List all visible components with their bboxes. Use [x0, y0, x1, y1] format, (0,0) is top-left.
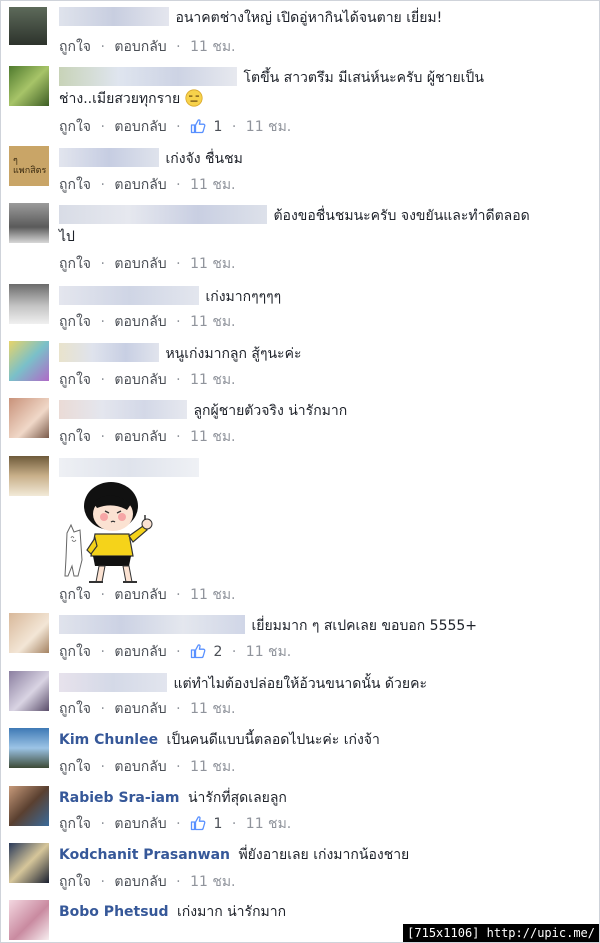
avatar[interactable]	[9, 456, 49, 496]
reply-link[interactable]: ตอบกลับ	[114, 429, 166, 445]
like-link[interactable]: ถูกใจ	[59, 314, 91, 330]
like-count[interactable]: 1	[214, 119, 223, 135]
like-link[interactable]: ถูกใจ	[59, 816, 91, 832]
timestamp[interactable]: 11 ชม.	[190, 39, 235, 55]
blurred-name[interactable]	[59, 673, 167, 692]
like-count[interactable]: 1	[214, 816, 223, 832]
comment-text: เก่งจัง ชื่นชม	[165, 151, 243, 167]
blurred-name[interactable]	[59, 343, 159, 362]
comment-text: พี่ยังอายเลย เก่งมากน้องชาย	[238, 847, 410, 863]
comment-text-line2: ไป	[59, 229, 75, 245]
blurred-name[interactable]	[59, 400, 187, 419]
comment-text-line2: ช่าง..เมียสวยทุกราย	[59, 91, 181, 107]
like-link[interactable]: ถูกใจ	[59, 429, 91, 445]
reply-link[interactable]: ตอบกลับ	[114, 587, 166, 603]
avatar[interactable]	[9, 203, 49, 243]
reply-link[interactable]: ตอบกลับ	[114, 314, 166, 330]
comment-text: เยี่ยมมาก ๆ สเปคเลย ขอบอก 5555+	[251, 618, 478, 634]
avatar[interactable]	[9, 728, 49, 768]
like-link[interactable]: ถูกใจ	[59, 874, 91, 890]
comment-text: โตขึ้น สาวตรึม มีเสน่ห์นะครับ ผู้ชายเป็น	[243, 70, 484, 86]
comment-list: อนาคตช่างใหญ่ เปิดอู่หากินได้จนตาย เยี่ย…	[0, 0, 600, 943]
blurred-name[interactable]	[59, 148, 159, 167]
comment-text: หนูเก่งมากลูก สู้ๆนะค่ะ	[165, 346, 302, 362]
reply-link[interactable]: ตอบกลับ	[114, 39, 166, 55]
like-link[interactable]: ถูกใจ	[59, 587, 91, 603]
reply-link[interactable]: ตอบกลับ	[114, 177, 166, 193]
commenter-name[interactable]: Rabieb Sra-iam	[59, 790, 180, 806]
reply-link[interactable]: ตอบกลับ	[114, 759, 166, 775]
blurred-name[interactable]	[59, 458, 199, 477]
timestamp[interactable]: 11 ชม.	[246, 644, 291, 660]
comment-text: น่ารักที่สุดเลยลูก	[187, 790, 287, 806]
expressionless-face-emoji	[185, 89, 203, 107]
timestamp[interactable]: 11 ชม.	[190, 874, 235, 890]
commenter-name[interactable]: Bobo Phetsud	[59, 904, 169, 920]
blurred-name[interactable]	[59, 67, 237, 86]
like-link[interactable]: ถูกใจ	[59, 119, 91, 135]
comment-text: ต้องขอชื่นชมนะครับ จงขยันและทำดีตลอด	[273, 208, 530, 224]
like-link[interactable]: ถูกใจ	[59, 256, 91, 272]
timestamp[interactable]: 11 ชม.	[190, 759, 235, 775]
timestamp[interactable]: 11 ชม.	[190, 429, 235, 445]
reply-link[interactable]: ตอบกลับ	[114, 256, 166, 272]
commenter-name[interactable]: Kim Chunlee	[59, 732, 158, 748]
like-link[interactable]: ถูกใจ	[59, 372, 91, 388]
timestamp[interactable]: 11 ชม.	[190, 314, 235, 330]
blurred-name[interactable]	[59, 286, 199, 305]
image-host-watermark: [715x1106] http://upic.me/	[403, 924, 599, 942]
avatar[interactable]	[9, 7, 47, 45]
avatar[interactable]: ๆแพกสิตร	[9, 146, 49, 186]
avatar[interactable]	[9, 900, 49, 940]
avatar[interactable]	[9, 613, 49, 653]
like-link[interactable]: ถูกใจ	[59, 759, 91, 775]
like-count[interactable]: 2	[214, 644, 223, 660]
avatar[interactable]	[9, 284, 49, 324]
avatar[interactable]	[9, 671, 49, 711]
like-link[interactable]: ถูกใจ	[59, 644, 91, 660]
thumbs-up-icon[interactable]	[190, 815, 206, 831]
comment-text: แต่ทำไมต้องปล่อยให้อ้วนขนาดนั้น ด้วยคะ	[173, 676, 427, 692]
blurred-name[interactable]	[59, 7, 169, 26]
avatar[interactable]	[9, 843, 49, 883]
reply-link[interactable]: ตอบกลับ	[114, 119, 166, 135]
reply-link[interactable]: ตอบกลับ	[114, 372, 166, 388]
timestamp[interactable]: 11 ชม.	[246, 816, 291, 832]
commenter-name[interactable]: Kodchanit Prasanwan	[59, 847, 230, 863]
avatar[interactable]	[9, 66, 49, 106]
reply-link[interactable]: ตอบกลับ	[114, 816, 166, 832]
reply-link[interactable]: ตอบกลับ	[114, 644, 166, 660]
avatar[interactable]	[9, 341, 49, 381]
thumbs-up-icon[interactable]	[190, 643, 206, 659]
thumbs-up-icon[interactable]	[190, 118, 206, 134]
timestamp[interactable]: 11 ชม.	[190, 587, 235, 603]
comment-text: เก่งมากๆๆๆๆ	[205, 289, 282, 305]
avatar[interactable]	[9, 398, 49, 438]
thumbs-up-girl-sticker	[64, 482, 153, 583]
avatar[interactable]	[9, 786, 49, 826]
like-link[interactable]: ถูกใจ	[59, 39, 91, 55]
like-link[interactable]: ถูกใจ	[59, 701, 91, 717]
timestamp[interactable]: 11 ชม.	[190, 256, 235, 272]
comment-text: อนาคตช่างใหญ่ เปิดอู่หากินได้จนตาย เยี่ย…	[175, 10, 443, 26]
blurred-name[interactable]	[59, 615, 245, 634]
timestamp[interactable]: 11 ชม.	[190, 372, 235, 388]
comment-text: เป็นคนดีแบบนี้ตลอดไปนะค่ะ เก่งจ้า	[166, 732, 380, 748]
comment-text: ลูกผู้ชายตัวจริง น่ารักมาก	[193, 403, 348, 419]
timestamp[interactable]: 11 ชม.	[190, 177, 235, 193]
like-link[interactable]: ถูกใจ	[59, 177, 91, 193]
reply-link[interactable]: ตอบกลับ	[114, 701, 166, 717]
reply-link[interactable]: ตอบกลับ	[114, 874, 166, 890]
timestamp[interactable]: 11 ชม.	[246, 119, 291, 135]
blurred-name[interactable]	[59, 205, 267, 224]
timestamp[interactable]: 11 ชม.	[190, 701, 235, 717]
comment-text: เก่งมาก น่ารักมาก	[177, 904, 287, 920]
